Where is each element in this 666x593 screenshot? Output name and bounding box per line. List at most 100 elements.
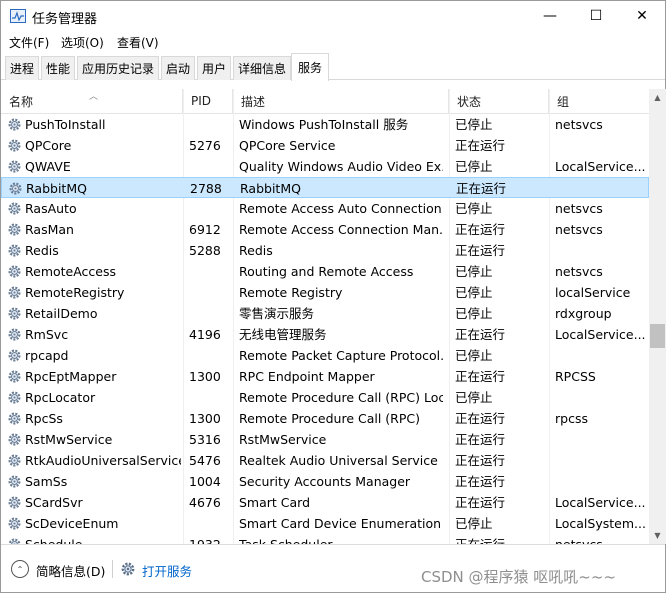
tab-details[interactable]: 详细信息	[233, 56, 291, 80]
footer-bar: ⌃ 简略信息(D) 打开服务 CSDN @程序猿 呕吼吼~~~	[1, 544, 665, 592]
service-description: Remote Registry	[239, 285, 343, 300]
column-pid[interactable]: PID	[183, 89, 233, 113]
service-name: RetailDemo	[25, 306, 98, 321]
table-row[interactable]: RabbitMQ 2788 RabbitMQ 正在运行	[1, 177, 649, 198]
table-row[interactable]: RasMan 6912 Remote Access Connection Man..…	[1, 219, 649, 240]
service-name: RemoteRegistry	[25, 285, 125, 300]
service-status: 正在运行	[456, 181, 507, 196]
service-description: Remote Procedure Call (RPC)	[239, 411, 420, 426]
service-pid: 1932	[189, 534, 233, 544]
table-row[interactable]: QWAVE Quality Windows Audio Video Ex... 已停…	[1, 156, 649, 177]
service-gear-icon	[8, 517, 21, 530]
scroll-down-button[interactable]: ▼	[649, 527, 666, 544]
minimize-icon: —	[543, 8, 557, 24]
service-pid	[189, 156, 233, 177]
table-row[interactable]: RetailDemo 零售演示服务 已停止 rdxgroup	[1, 303, 649, 324]
table-row[interactable]: Redis 5288 Redis 正在运行	[1, 240, 649, 261]
table-row[interactable]: RmSvc 4196 无线电管理服务 正在运行 LocalService...	[1, 324, 649, 345]
collapse-details-icon[interactable]: ⌃	[11, 560, 29, 578]
service-name: ScDeviceEnum	[25, 516, 119, 531]
service-description: RPC Endpoint Mapper	[239, 369, 375, 384]
table-row[interactable]: ScDeviceEnum Smart Card Device Enumeratio…	[1, 513, 649, 534]
service-description: Windows PushToInstall 服务	[239, 117, 409, 132]
table-row[interactable]: RemoteRegistry Remote Registry 已停止 localSer…	[1, 282, 649, 303]
table-row[interactable]: RstMwService 5316 RstMwService 正在运行	[1, 429, 649, 450]
service-status: 正在运行	[455, 534, 545, 544]
service-group: localService	[555, 285, 631, 300]
minimize-button[interactable]: —	[527, 1, 573, 31]
service-gear-icon	[8, 454, 21, 467]
tab-services[interactable]: 服务	[291, 53, 329, 81]
open-services-link[interactable]: 打开服务	[142, 561, 192, 580]
title-bar[interactable]: 任务管理器 — ☐ ✕	[1, 1, 665, 31]
tab-performance[interactable]: 性能	[41, 56, 75, 80]
column-status-label: 状态	[457, 94, 482, 109]
scroll-up-button[interactable]: ▲	[649, 89, 666, 106]
service-pid: 1004	[189, 474, 221, 489]
table-row[interactable]: RtkAudioUniversalService 5476 Realtek Audi…	[1, 450, 649, 471]
table-row[interactable]: RpcSs 1300 Remote Procedure Call (RPC) 正在运行…	[1, 408, 649, 429]
service-description: Redis	[239, 243, 273, 258]
service-description: 无线电管理服务	[239, 327, 327, 342]
service-name: RtkAudioUniversalService	[25, 453, 181, 468]
table-row[interactable]: SamSs 1004 Security Accounts Manager 正在运行	[1, 471, 649, 492]
vertical-scrollbar[interactable]: ▲ ▼	[649, 89, 666, 544]
service-pid	[189, 513, 233, 534]
service-gear-icon	[8, 307, 21, 320]
menu-file[interactable]: 文件(F)	[9, 34, 49, 51]
column-group[interactable]: 组	[549, 89, 649, 113]
footer-divider	[112, 560, 113, 578]
tab-processes[interactable]: 进程	[5, 56, 39, 80]
close-button[interactable]: ✕	[619, 1, 665, 31]
table-row[interactable]: rpcapd Remote Packet Capture Protocol... 已…	[1, 345, 649, 366]
service-status: 正在运行	[455, 453, 506, 468]
scroll-thumb[interactable]	[650, 324, 665, 349]
tab-startup[interactable]: 启动	[161, 56, 195, 80]
service-gear-icon	[8, 223, 21, 236]
service-status: 已停止	[455, 117, 493, 132]
table-row[interactable]: QPCore 5276 QPCore Service 正在运行	[1, 135, 649, 156]
service-status: 正在运行	[455, 222, 506, 237]
service-pid	[189, 387, 233, 408]
service-group	[556, 178, 648, 199]
table-row[interactable]: PushToInstall Windows PushToInstall 服务 已停止…	[1, 114, 649, 135]
service-name: RmSvc	[25, 327, 69, 342]
service-status: 已停止	[455, 285, 493, 300]
menu-bar: 文件(F) 选项(O) 查看(V)	[1, 31, 665, 53]
table-row[interactable]: Schedule 1932 Task Scheduler 正在运行 netsvcs	[1, 534, 649, 544]
table-row[interactable]: RemoteAccess Routing and Remote Access 已停止…	[1, 261, 649, 282]
service-group: LocalService...	[555, 495, 646, 510]
service-group	[555, 135, 647, 156]
tab-users[interactable]: 用户	[197, 56, 231, 80]
menu-view[interactable]: 查看(V)	[117, 34, 159, 51]
maximize-button[interactable]: ☐	[573, 1, 619, 31]
task-manager-icon	[10, 9, 26, 23]
table-row[interactable]: RpcEptMapper 1300 RPC Endpoint Mapper 正在运行 R…	[1, 366, 649, 387]
service-name: QPCore	[25, 138, 72, 153]
service-gear-icon	[8, 244, 21, 257]
service-status: 已停止	[455, 516, 493, 531]
service-name: RpcLocator	[25, 390, 96, 405]
service-description: Remote Access Connection Man...	[239, 222, 443, 237]
service-gear-icon	[8, 433, 21, 446]
table-row[interactable]: SCardSvr 4676 Smart Card 正在运行 LocalService..…	[1, 492, 649, 513]
table-row[interactable]: RpcLocator Remote Procedure Call (RPC) Lo…	[1, 387, 649, 408]
service-description: RabbitMQ	[240, 181, 301, 196]
column-description[interactable]: 描述	[233, 89, 449, 113]
service-group: RPCSS	[555, 369, 596, 384]
service-gear-icon	[8, 160, 21, 173]
service-pid: 5316	[189, 432, 221, 447]
service-gear-icon	[8, 391, 21, 404]
service-status: 正在运行	[455, 138, 506, 153]
service-name: SCardSvr	[25, 495, 83, 510]
column-status[interactable]: 状态	[449, 89, 549, 113]
fewer-details-button[interactable]: 简略信息(D)	[36, 561, 105, 580]
menu-options[interactable]: 选项(O)	[61, 34, 104, 51]
service-gear-icon	[8, 202, 21, 215]
watermark-text: CSDN @程序猿 呕吼吼~~~	[421, 568, 617, 586]
service-group	[555, 240, 647, 261]
tab-app-history[interactable]: 应用历史记录	[77, 56, 159, 80]
table-row[interactable]: RasAuto Remote Access Auto Connection ...…	[1, 198, 649, 219]
service-gear-icon	[8, 370, 21, 383]
service-description: 零售演示服务	[239, 306, 315, 321]
